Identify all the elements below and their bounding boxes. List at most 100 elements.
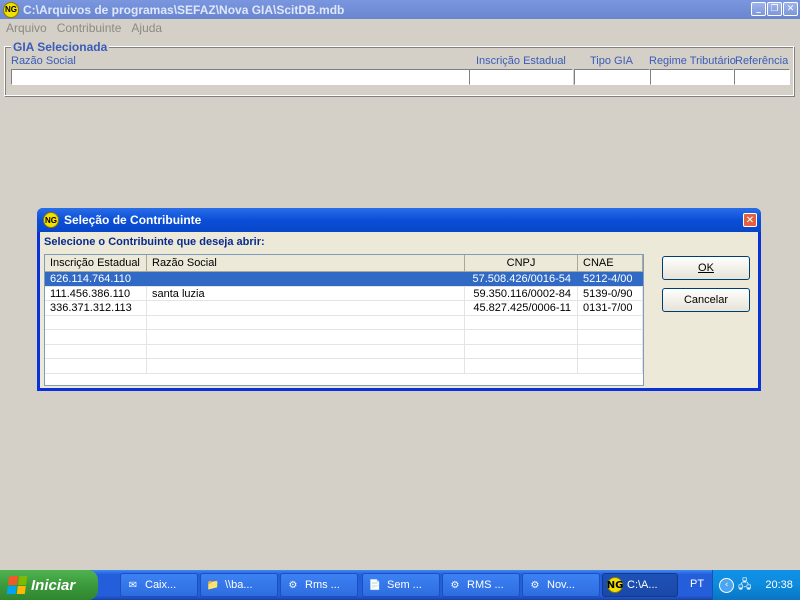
taskbar-button-label: RMS ... xyxy=(467,579,504,591)
empty-row xyxy=(45,330,643,345)
razao-social-field[interactable] xyxy=(11,69,471,85)
main-window-title: C:\Arquivos de programas\SEFAZ\Nova GIA\… xyxy=(23,2,345,17)
empty-row xyxy=(45,315,643,330)
empty-cell xyxy=(578,330,643,344)
empty-row xyxy=(45,344,643,359)
table-cell-ie: 111.456.386.110 xyxy=(45,286,147,301)
app-icon: ⚙ xyxy=(450,579,460,591)
razao-social-label: Razão Social xyxy=(11,55,76,67)
clock[interactable]: 20:38 xyxy=(765,579,793,591)
empty-cell xyxy=(147,344,465,359)
network-icon[interactable]: 🖧 xyxy=(738,575,751,596)
dialog-app-icon: NG xyxy=(43,212,59,228)
empty-cell xyxy=(465,330,578,344)
empty-cell xyxy=(45,344,147,359)
taskbar-button[interactable]: ⚙ RMS ... xyxy=(442,573,520,597)
folder-icon: 📁 xyxy=(206,579,220,591)
regime-tributario-field[interactable] xyxy=(650,69,734,85)
regime-tributario-label: Regime Tributário xyxy=(649,55,736,67)
taskbar-button-label: C:\A... xyxy=(627,579,658,591)
empty-cell xyxy=(465,359,578,373)
table-cell-cnae: 5139-0/90 xyxy=(578,286,643,301)
contribuinte-list[interactable]: Inscrição Estadual Razão Social CNPJ CNA… xyxy=(44,254,644,386)
empty-cell xyxy=(45,330,147,344)
table-cell-cnpj: 57.508.426/0016-54 xyxy=(465,272,578,286)
empty-row xyxy=(45,359,643,374)
taskbar-button[interactable]: ⚙ Rms ... xyxy=(280,573,358,597)
column-header-cnpj[interactable]: CNPJ xyxy=(465,255,578,272)
referencia-field[interactable] xyxy=(734,69,790,85)
empty-cell xyxy=(147,330,465,344)
show-hidden-icons-icon[interactable]: ‹ xyxy=(719,577,734,593)
table-row[interactable]: 626.114.764.110 57.508.426/0016-54 5212-4/… xyxy=(45,272,643,287)
referencia-label: Referência xyxy=(735,55,789,67)
close-button[interactable]: ✕ xyxy=(783,2,798,16)
start-button-label: Iniciar xyxy=(31,576,76,594)
dialog-prompt: Selecione o Contribuinte que deseja abri… xyxy=(44,236,265,248)
empty-cell xyxy=(578,315,643,330)
table-cell-cnae: 5212-4/00 xyxy=(578,272,643,286)
cancel-button[interactable]: Cancelar xyxy=(662,288,750,312)
table-cell-cnpj: 59.350.116/0002-84 xyxy=(465,286,578,301)
table-row[interactable]: 111.456.386.110 santa luzia 59.350.116/000… xyxy=(45,286,643,301)
ok-button[interactable]: OK xyxy=(662,256,750,280)
gia-group-legend: GIA Selecionada xyxy=(11,40,110,54)
empty-cell xyxy=(578,359,643,373)
column-header-razao-social[interactable]: Razão Social xyxy=(147,255,465,272)
system-tray: ‹ 🖧 20:38 xyxy=(712,570,800,600)
taskbar-button[interactable]: ⚙ Nov... xyxy=(522,573,600,597)
taskbar-button-label: Rms ... xyxy=(305,579,340,591)
dialog-title-bar[interactable]: NG Seleção de Contribuinte ✕ xyxy=(37,208,761,232)
table-cell-ie: 336.371.312.113 xyxy=(45,301,147,315)
app-icon[interactable]: NG xyxy=(3,1,19,18)
taskbar-button[interactable]: 📁 \\ba... xyxy=(200,573,278,597)
empty-cell xyxy=(147,315,465,330)
table-cell-cnae: 0131-7/00 xyxy=(578,301,643,315)
menu-ajuda[interactable]: Ajuda xyxy=(131,21,162,35)
taskbar-button[interactable]: 📄 Sem ... xyxy=(362,573,440,597)
empty-cell xyxy=(147,359,465,373)
ng-icon: NG xyxy=(607,577,623,593)
inscricao-estadual-field[interactable] xyxy=(469,69,573,85)
table-row[interactable]: 336.371.312.113 45.827.425/0006-11 0131-7/… xyxy=(45,301,643,316)
empty-cell xyxy=(45,359,147,373)
empty-cell xyxy=(465,315,578,330)
table-cell-ie: 626.114.764.110 xyxy=(45,272,147,286)
main-title-bar[interactable]: NG C:\Arquivos de programas\SEFAZ\Nova G… xyxy=(0,0,800,19)
tipo-gia-field[interactable] xyxy=(574,69,650,85)
restore-button[interactable]: ❐ xyxy=(767,2,782,16)
menu-bar: Arquivo Contribuinte Ajuda xyxy=(0,19,800,37)
taskbar-button-label: \\ba... xyxy=(225,579,253,591)
empty-cell xyxy=(578,344,643,359)
empty-cell xyxy=(45,315,147,330)
list-header: Inscrição Estadual Razão Social CNPJ CNA… xyxy=(45,255,643,272)
list-body: 626.114.764.110 57.508.426/0016-54 5212-4/… xyxy=(45,272,643,374)
inscricao-estadual-label: Inscrição Estadual xyxy=(476,55,566,67)
dialog-close-button[interactable]: ✕ xyxy=(743,213,757,227)
column-header-inscricao-estadual[interactable]: Inscrição Estadual xyxy=(45,255,147,272)
menu-contribuinte[interactable]: Contribuinte xyxy=(57,21,122,35)
ok-button-label: OK xyxy=(698,262,714,274)
mail-icon: ✉ xyxy=(128,579,138,591)
start-button[interactable]: Iniciar xyxy=(0,570,98,600)
language-indicator[interactable]: PT xyxy=(690,578,704,590)
taskbar-button-label: Caix... xyxy=(145,579,177,591)
table-cell-razao xyxy=(147,272,465,286)
menu-arquivo[interactable]: Arquivo xyxy=(6,21,47,35)
window-controls: _ ❐ ✕ xyxy=(751,2,798,16)
app-icon: ⚙ xyxy=(530,579,540,591)
table-cell-razao: santa luzia xyxy=(147,286,465,301)
column-header-cnae[interactable]: CNAE xyxy=(578,255,643,272)
document-icon: 📄 xyxy=(368,579,382,591)
tipo-gia-label: Tipo GIA xyxy=(590,55,633,67)
empty-cell xyxy=(465,344,578,359)
dialog-title: Seleção de Contribuinte xyxy=(64,213,202,227)
taskbar: Iniciar ✉ Caix... 📁 \\ba... ⚙ Rms ... 📄 Sem ...… xyxy=(0,570,800,600)
windows-logo-icon xyxy=(6,576,28,594)
taskbar-button[interactable]: NG C:\A... xyxy=(602,573,678,597)
taskbar-button[interactable]: ✉ Caix... xyxy=(120,573,198,597)
table-cell-razao xyxy=(147,301,465,315)
app-icon: ⚙ xyxy=(288,579,298,591)
taskbar-button-label: Sem ... xyxy=(387,579,422,591)
minimize-button[interactable]: _ xyxy=(751,2,766,16)
